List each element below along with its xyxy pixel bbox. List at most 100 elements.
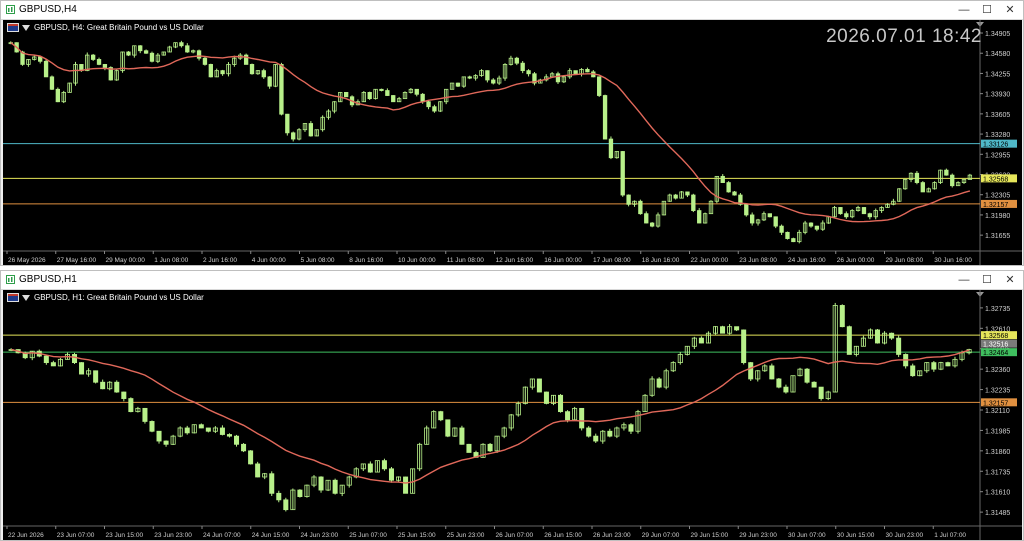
minimize-button[interactable]: —	[953, 2, 975, 18]
time-tick-label: 23 Jun 07:00	[57, 532, 95, 539]
close-button[interactable]: ✕	[999, 272, 1021, 288]
candle-body	[555, 73, 561, 83]
price-tick-label: 1.34580	[985, 51, 1010, 58]
chart-window-icon	[6, 5, 15, 14]
candle-body	[720, 175, 725, 183]
candle-body	[202, 57, 208, 65]
close-button[interactable]: ✕	[999, 2, 1021, 18]
price-chart-h1[interactable]: 1.327351.326101.324851.323601.322351.321…	[3, 290, 1022, 540]
candle-body	[55, 88, 61, 103]
candle-body	[128, 398, 134, 413]
price-tick-label: 1.31610	[985, 490, 1010, 497]
candle-body	[308, 123, 314, 137]
candle-body	[198, 424, 204, 429]
candle-body	[846, 326, 852, 355]
window-title: GBPUSD,H4	[19, 4, 77, 15]
candle-body	[455, 82, 461, 87]
time-tick-label: 25 Jun 07:00	[349, 532, 387, 539]
time-tick-label: 26 Jun 07:00	[496, 532, 534, 539]
candle-body	[184, 427, 190, 434]
level-tag-label: 1.32157	[983, 400, 1008, 407]
candle-body	[931, 362, 937, 370]
candle-body	[142, 407, 148, 422]
chart-canvas[interactable]: 1.327351.326101.324851.323601.322351.321…	[3, 290, 1022, 540]
price-tick-label: 1.32110	[985, 408, 1010, 415]
moving-average-line	[10, 42, 971, 223]
time-tick-label: 11 Jun 08:00	[447, 257, 484, 264]
level-tag-label: 1.33126	[983, 142, 1008, 149]
time-tick-label: 29 Jun 15:00	[691, 532, 729, 539]
indicator-menu-icon[interactable]	[22, 294, 30, 301]
candle-body	[773, 216, 778, 227]
candle-body	[279, 64, 284, 115]
price-chart-h4[interactable]: 1.34905 1.34580 1.34255 1.33930 1.33605 1.332…	[3, 20, 1022, 265]
time-tick-label: 2 Jun 16:00	[203, 257, 237, 264]
candle-body	[102, 64, 108, 68]
candle-body	[573, 70, 578, 75]
candle-body	[381, 460, 387, 470]
chart-header: GBPUSD, H4: Great Britain Pound vs US Do…	[7, 23, 204, 33]
chart-window-h1[interactable]: GBPUSD,H1 — ☐ ✕ 1.327351.326101.324851.3…	[0, 270, 1024, 541]
indicator-menu-icon[interactable]	[22, 24, 30, 31]
candle-body	[432, 106, 437, 112]
time-tick-label: 25 Jun 15:00	[398, 532, 436, 539]
candle-body	[791, 238, 796, 243]
candle-body	[276, 492, 282, 501]
candle-body	[50, 362, 56, 367]
candle-body	[920, 182, 925, 193]
candle-body	[467, 76, 472, 79]
candle-body	[234, 435, 240, 445]
candle-body	[649, 222, 655, 227]
candle-body	[638, 200, 643, 215]
candle-body	[149, 421, 155, 432]
candle-body	[438, 411, 444, 421]
time-tick-label: 24 Jun 16:00	[788, 257, 826, 264]
candle-body	[750, 214, 755, 224]
level-tag-label: 1.32568	[983, 176, 1008, 183]
candle-body	[269, 473, 275, 494]
candle-body	[779, 225, 784, 233]
maximize-button[interactable]: ☐	[976, 272, 998, 288]
candle-body	[403, 476, 409, 494]
candle-body	[691, 194, 696, 211]
candle-body	[420, 93, 425, 103]
candle-body	[297, 489, 303, 497]
candle-body	[776, 378, 782, 388]
candle-body	[698, 337, 704, 344]
candle-body	[769, 365, 775, 380]
candle-body	[219, 427, 225, 435]
candle-body	[732, 191, 737, 196]
candle-body	[43, 355, 49, 364]
candle-body	[138, 45, 143, 52]
time-tick-label: 27 May 16:00	[57, 257, 97, 264]
maximize-button[interactable]: ☐	[976, 2, 998, 18]
candle-body	[459, 427, 465, 445]
candle-body	[593, 435, 599, 442]
window-titlebar[interactable]: GBPUSD,H1 — ☐ ✕	[1, 271, 1023, 290]
candle-body	[267, 76, 272, 87]
price-tick-label: 1.33930	[985, 92, 1010, 99]
candle-body	[914, 172, 920, 183]
level-tag-label: 1.32157	[983, 202, 1008, 209]
candle-body	[526, 70, 531, 75]
minimize-button[interactable]: —	[953, 272, 975, 288]
candle-body	[767, 213, 772, 218]
chart-window-h4[interactable]: GBPUSD,H4 — ☐ ✕ 1.34905 1.34580 1.34255 1.3…	[0, 0, 1024, 266]
candle-body	[126, 51, 131, 56]
time-tick-label: 17 Jun 08:00	[593, 257, 631, 264]
candle-body	[208, 64, 213, 78]
time-tick-label: 30 Jun 15:00	[837, 532, 875, 539]
candle-body	[391, 95, 396, 103]
window-titlebar[interactable]: GBPUSD,H4 — ☐ ✕	[1, 1, 1023, 20]
candle-body	[950, 174, 955, 187]
candle-body	[156, 430, 162, 442]
candle-body	[861, 207, 867, 215]
candle-body	[261, 70, 266, 78]
time-tick-label: 23 Jun 08:00	[739, 257, 777, 264]
chart-canvas[interactable]: 1.34905 1.34580 1.34255 1.33930 1.33605 1.332…	[3, 20, 1022, 265]
candle-body	[814, 225, 820, 230]
candle-body	[844, 213, 849, 218]
candle-body	[96, 59, 102, 65]
price-tick-label: 1.31860	[985, 449, 1010, 456]
price-tag-label: 1.32516	[983, 342, 1008, 349]
